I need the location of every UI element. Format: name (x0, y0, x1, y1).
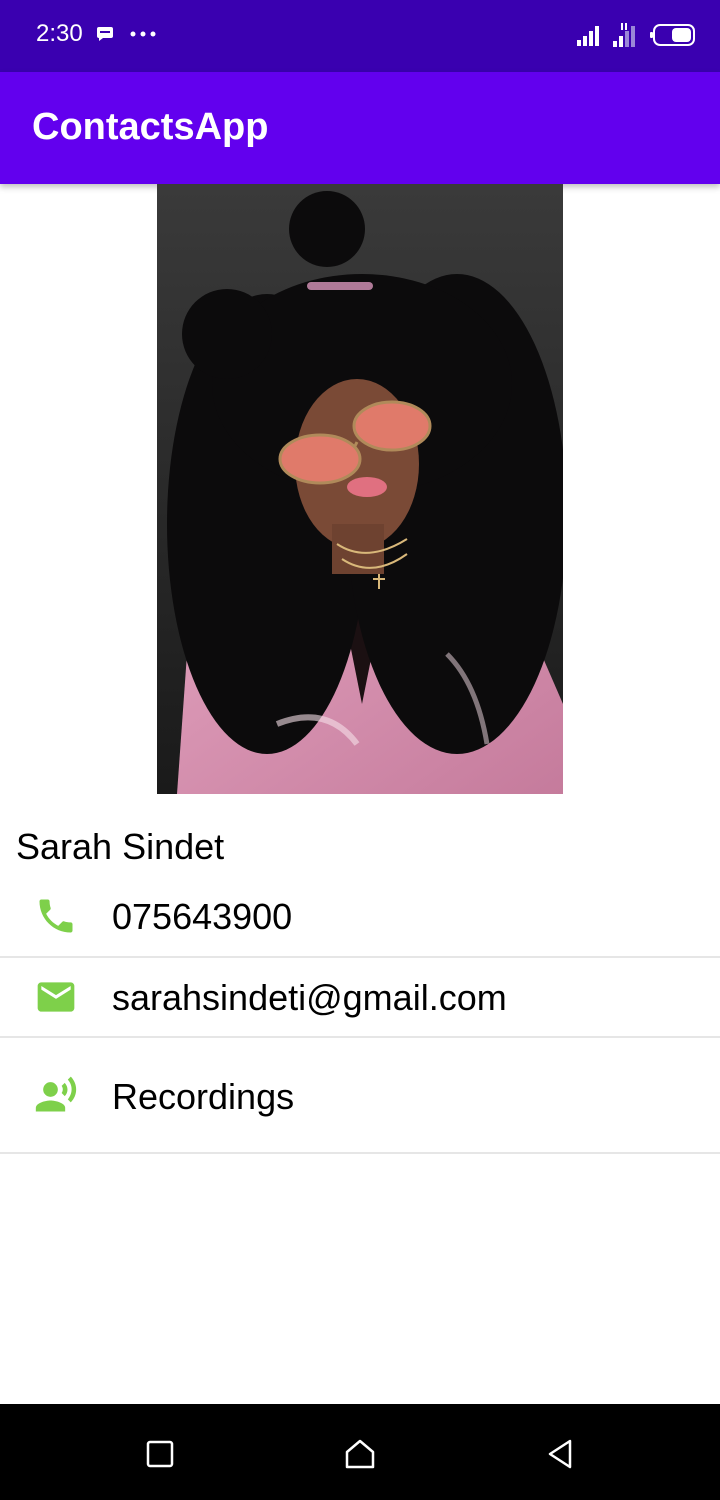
phone-number: 075643900 (112, 896, 293, 937)
more-dots-icon (130, 31, 156, 37)
signal-icon (577, 26, 599, 46)
home-icon[interactable] (340, 1434, 380, 1474)
message-icon (97, 27, 113, 41)
recordings-label: Recordings (112, 1076, 295, 1117)
recents-icon[interactable] (140, 1434, 180, 1474)
status-bar: 2:30 (0, 0, 720, 72)
signal-4g-icon (613, 23, 635, 47)
contact-name: Sarah Sindet (16, 826, 225, 867)
status-left-icons (96, 26, 156, 42)
status-right-icons (576, 22, 696, 48)
battery-icon (650, 24, 695, 46)
recordings-icon (35, 1076, 77, 1112)
email-address: sarahsindeti@gmail.com (112, 977, 507, 1018)
contact-photo (157, 184, 563, 794)
app-title: ContactsApp (32, 106, 269, 148)
back-icon[interactable] (540, 1434, 580, 1474)
email-row[interactable]: sarahsindeti@gmail.com (0, 958, 720, 1038)
app-bar: ContactsApp (0, 72, 720, 184)
contact-photo-image (157, 184, 563, 794)
navigation-bar (0, 1404, 720, 1500)
status-time: 2:30 (36, 20, 83, 47)
recordings-row[interactable]: Recordings (0, 1038, 720, 1154)
phone-icon (39, 899, 73, 933)
email-icon (37, 982, 75, 1012)
phone-row[interactable]: 075643900 (0, 876, 720, 958)
